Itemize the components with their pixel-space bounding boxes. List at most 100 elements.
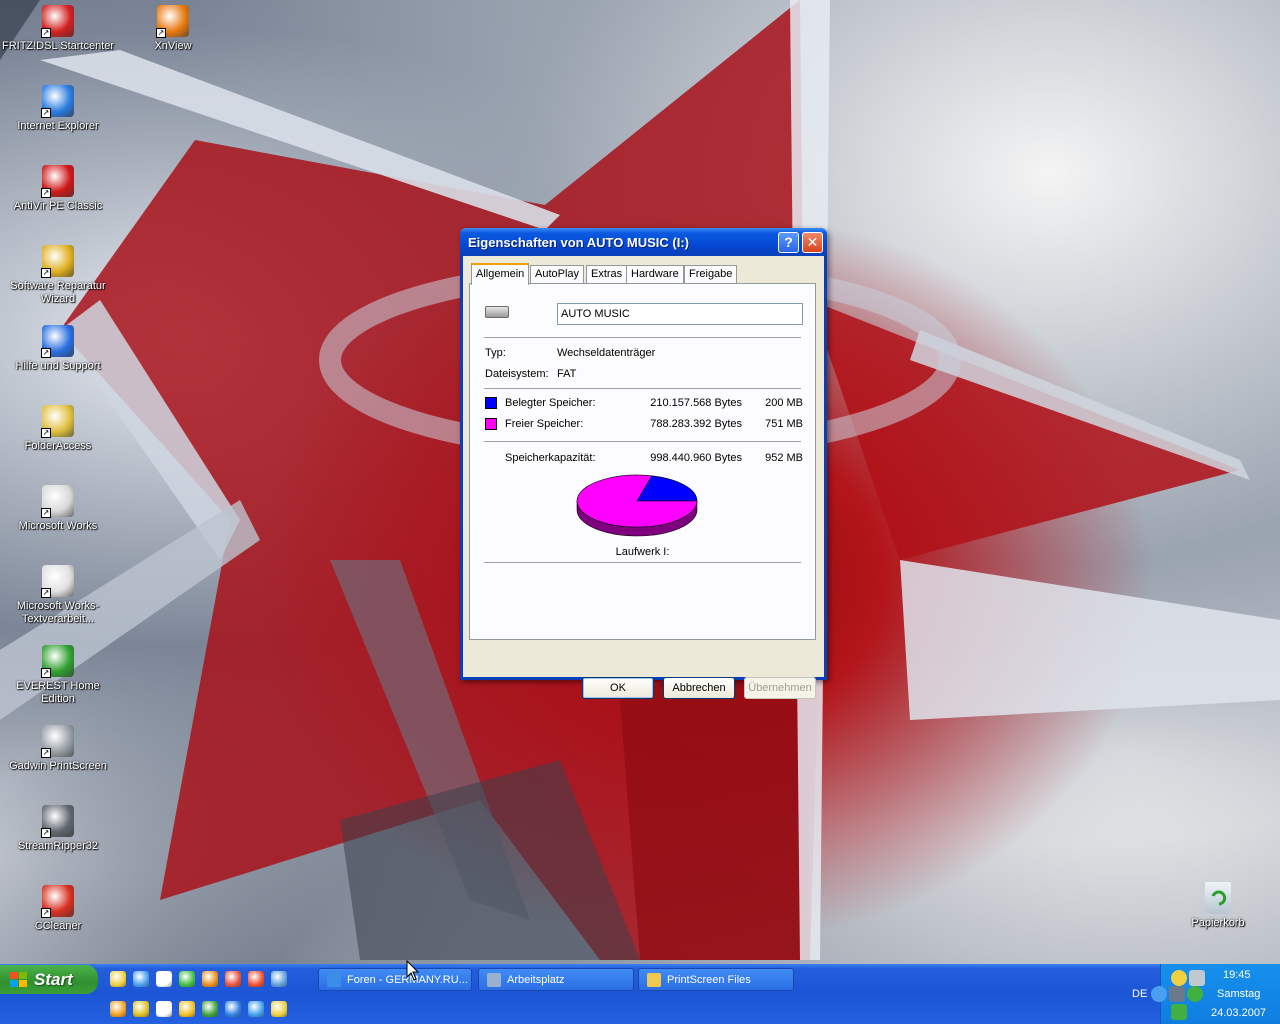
shortcut-arrow-icon: ↗: [41, 668, 51, 678]
quick-launch-icon[interactable]: [156, 971, 172, 987]
ie-task-icon: [327, 973, 341, 987]
used-space-label: Belegter Speicher:: [505, 397, 596, 409]
tray-update-icon[interactable]: [1187, 986, 1203, 1002]
repair-wizard-icon: ↗: [41, 245, 74, 278]
desktop-icon-works-text[interactable]: ↗ Microsoft Works-Textverarbeit...: [0, 565, 116, 626]
shortcut-arrow-icon: ↗: [41, 188, 51, 198]
clock-time[interactable]: 19:45: [1223, 969, 1251, 981]
quick-launch-icon[interactable]: [248, 971, 264, 987]
shortcut-arrow-icon: ↗: [41, 908, 51, 918]
start-label: Start: [34, 970, 73, 989]
desktop-icon-help-support[interactable]: ↗ Hilfe und Support: [0, 325, 116, 373]
desktop-icon-everest[interactable]: ↗ EVEREST Home Edition: [0, 645, 116, 706]
desktop-icon-label: XnView: [154, 40, 192, 52]
free-space-bytes: 788.283.392 Bytes: [650, 418, 742, 430]
desktop-icon-folderaccess[interactable]: ↗ FolderAccess: [0, 405, 116, 453]
desktop-icon-label: Microsoft Works-Textverarbeit...: [16, 600, 100, 625]
desktop-icon-ccleaner[interactable]: ↗ CCleaner: [0, 885, 116, 933]
apply-button[interactable]: Übernehmen: [744, 677, 816, 699]
quick-launch-icon[interactable]: [179, 971, 195, 987]
task-button-browser[interactable]: Foren - GERMANY.RU...: [318, 968, 472, 991]
works-text-icon: ↗: [41, 565, 74, 598]
tray-expand-icon[interactable]: [1151, 986, 1167, 1002]
language-indicator[interactable]: DE: [1132, 988, 1147, 1000]
dialog-client: Allgemein AutoPlay Extras Hardware Freig…: [463, 256, 824, 699]
desktop-icon-recycle-bin[interactable]: Papierkorb: [1160, 882, 1276, 930]
used-space-bytes: 210.157.568 Bytes: [650, 397, 742, 409]
shortcut-arrow-icon: ↗: [156, 28, 166, 38]
desktop-icon-ms-works[interactable]: ↗ Microsoft Works: [0, 485, 116, 533]
quick-launch-icon[interactable]: [271, 1001, 287, 1017]
dialog-titlebar[interactable]: Eigenschaften von AUTO MUSIC (I:) ? ✕: [460, 228, 827, 256]
start-button[interactable]: Start: [0, 965, 98, 994]
shortcut-arrow-icon: ↗: [41, 428, 51, 438]
desktop-icon-label: Hilfe und Support: [15, 360, 101, 372]
tray-monitor-icon[interactable]: [1189, 970, 1205, 986]
tab-autoplay[interactable]: AutoPlay: [530, 265, 585, 284]
shortcut-arrow-icon: ↗: [41, 748, 51, 758]
desktop-icon-label: CCleaner: [34, 920, 82, 932]
tab-extras[interactable]: Extras: [586, 265, 628, 284]
clock-day: Samstag: [1217, 988, 1261, 1000]
quick-launch-icon[interactable]: [225, 971, 241, 987]
shortcut-arrow-icon: ↗: [41, 108, 51, 118]
desktop-icon-label: Software Reparatur Wizard: [10, 280, 106, 305]
desktop-icon-antivir[interactable]: ↗ AntiVir PE Classic: [0, 165, 116, 213]
tray-app-icon[interactable]: [1171, 970, 1187, 986]
tray-ccleaner-icon[interactable]: [1171, 1004, 1187, 1020]
windows-logo-icon: [10, 972, 27, 987]
ok-button[interactable]: OK: [582, 677, 654, 699]
close-icon: ✕: [806, 234, 819, 250]
desktop-icon-label: Microsoft Works: [18, 520, 98, 532]
desktop-icon-internet-explorer[interactable]: ↗ Internet Explorer: [0, 85, 116, 133]
tray-network-icon[interactable]: [1169, 986, 1185, 1002]
desktop-icon-label: Internet Explorer: [17, 120, 99, 132]
removable-drive-icon: [485, 306, 509, 318]
volume-name-input[interactable]: [557, 303, 803, 325]
task-button-arbeitsplatz[interactable]: Arbeitsplatz: [478, 968, 634, 991]
tab-hardware[interactable]: Hardware: [626, 265, 684, 284]
quick-launch-icon[interactable]: [202, 971, 218, 987]
help-button[interactable]: ?: [778, 232, 799, 253]
task-button-printscreen-files[interactable]: PrintScreen Files: [638, 968, 794, 991]
properties-dialog: Eigenschaften von AUTO MUSIC (I:) ? ✕ Al…: [460, 228, 827, 699]
desktop-icon-fritz[interactable]: ↗ FRITZ!DSL Startcenter: [0, 5, 116, 53]
fritz-icon: ↗: [41, 5, 74, 38]
desktop-icon-label: StreamRipper32: [17, 840, 99, 852]
internet-explorer-icon: ↗: [41, 85, 74, 118]
quick-launch-icon[interactable]: [156, 1001, 172, 1017]
mouse-cursor-icon: [406, 960, 420, 981]
quick-launch-icon[interactable]: [225, 1001, 241, 1017]
desktop-icon-streamripper[interactable]: ↗ StreamRipper32: [0, 805, 116, 853]
quick-launch-icon[interactable]: [133, 1001, 149, 1017]
separator: [484, 337, 801, 338]
used-space-swatch: [485, 397, 497, 409]
help-support-icon: ↗: [41, 325, 74, 358]
quick-launch-icon[interactable]: [110, 971, 126, 987]
quick-launch-icon[interactable]: [110, 1001, 126, 1017]
desktop-icon-label: FolderAccess: [24, 440, 92, 452]
desktop-icon-repair-wizard[interactable]: ↗ Software Reparatur Wizard: [0, 245, 116, 306]
folderaccess-icon: ↗: [41, 405, 74, 438]
dialog-title: Eigenschaften von AUTO MUSIC (I:): [468, 235, 690, 250]
desktop-icon-xnview[interactable]: ↗ XnView: [115, 5, 231, 53]
separator: [484, 388, 801, 389]
quick-launch-icon[interactable]: [202, 1001, 218, 1017]
cancel-button[interactable]: Abbrechen: [663, 677, 735, 699]
separator: [484, 562, 801, 563]
quick-launch-icon[interactable]: [179, 1001, 195, 1017]
quick-launch-icon[interactable]: [271, 971, 287, 987]
tab-freigabe[interactable]: Freigabe: [684, 265, 738, 284]
taskbar: Start Foren - GERMANY.RU... Arbeitsplatz…: [0, 964, 1280, 1024]
used-space-size: 200 MB: [765, 397, 803, 409]
drive-caption: Laufwerk I:: [615, 546, 670, 558]
disk-usage-pie-chart: [576, 474, 698, 537]
system-tray: 19:45 Samstag 24.03.2007: [1151, 964, 1280, 1024]
separator: [484, 441, 801, 442]
tab-allgemein[interactable]: Allgemein: [471, 263, 530, 285]
quick-launch-icon[interactable]: [248, 1001, 264, 1017]
shortcut-arrow-icon: ↗: [41, 28, 51, 38]
quick-launch-icon[interactable]: [133, 971, 149, 987]
close-button[interactable]: ✕: [802, 232, 823, 253]
desktop-icon-gadwin[interactable]: ↗ Gadwin PrintScreen: [0, 725, 116, 773]
